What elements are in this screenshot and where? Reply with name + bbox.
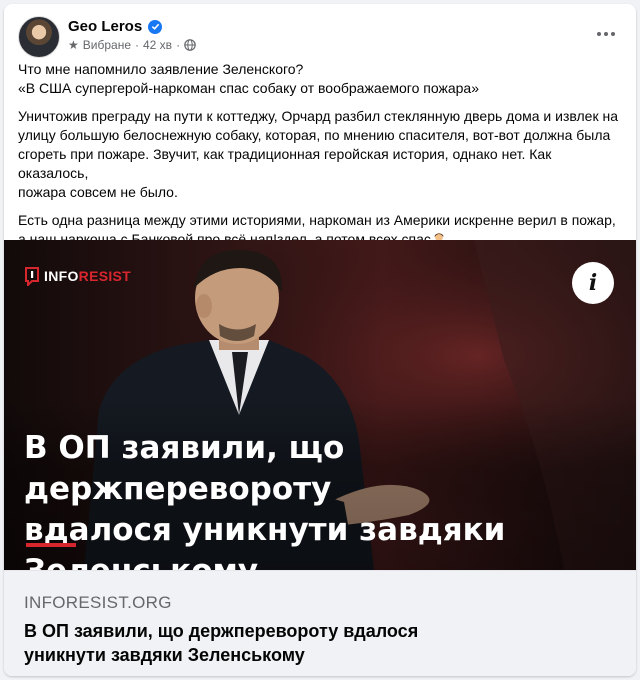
- post-paragraph-2: Уничтожив преграду на пути к коттеджу, О…: [18, 107, 623, 202]
- headline-line: Зеленському: [24, 553, 258, 570]
- preview-title-line: В ОП заявили, що держперевороту вдалося: [24, 621, 419, 641]
- post-line: Уничтожив преграду на пути к коттеджу, О…: [18, 108, 618, 124]
- accent-divider: [26, 543, 76, 547]
- logo-mark-icon: [25, 267, 39, 286]
- post-line: Есть одна разница между этими историями,…: [18, 212, 616, 228]
- avatar[interactable]: [18, 16, 60, 58]
- author-name[interactable]: Geo Leros: [68, 18, 142, 35]
- post-line: сгореть при пожаре. Звучит, как традицио…: [18, 146, 552, 181]
- post-line: «В США супергерой-наркоман спас собаку о…: [18, 80, 480, 96]
- post-line: улицу большую белоснежную собаку, котора…: [18, 127, 611, 143]
- preview-title[interactable]: В ОП заявили, що держперевороту вдалося …: [24, 619, 614, 667]
- link-preview[interactable]: INFORESIST i В ОП заявили, що держперево…: [4, 240, 636, 676]
- inforesist-logo: INFORESIST: [24, 266, 131, 286]
- post-card: Geo Leros ★ Вибране · 42 хв · Что мне на…: [4, 4, 636, 676]
- star-icon: ★: [68, 38, 79, 52]
- preview-title-line: уникнути завдяки Зеленському: [24, 645, 305, 665]
- author-row: Geo Leros: [68, 18, 163, 35]
- info-icon[interactable]: i: [572, 262, 614, 304]
- meta-separator: ·: [135, 38, 139, 52]
- preview-image[interactable]: INFORESIST i В ОП заявили, що держперево…: [4, 240, 636, 570]
- post-paragraph-1: Что мне напомнило заявление Зеленского? …: [18, 60, 623, 98]
- more-options-icon[interactable]: [590, 20, 622, 48]
- verified-icon: [148, 19, 163, 34]
- headline-line: В ОП заявили, що держперевороту: [24, 430, 345, 507]
- logo-text: INFORESIST: [44, 268, 131, 284]
- post-text: Что мне напомнило заявление Зеленского? …: [18, 60, 623, 258]
- post-meta: ★ Вибране · 42 хв ·: [68, 38, 196, 52]
- post-line: Что мне напомнило заявление Зеленского?: [18, 61, 304, 77]
- post-header: Geo Leros ★ Вибране · 42 хв ·: [18, 16, 622, 58]
- globe-icon: [184, 39, 196, 51]
- meta-separator: ·: [176, 38, 181, 52]
- logo-text-resist: RESIST: [78, 268, 132, 284]
- post-time[interactable]: 42 хв: [143, 38, 172, 52]
- post-line: пожара совсем не было.: [18, 184, 178, 200]
- logo-text-info: INFO: [44, 268, 79, 284]
- source-domain: INFORESIST.ORG: [24, 593, 172, 612]
- preview-footer[interactable]: INFORESIST.ORG В ОП заявили, що держпере…: [4, 570, 636, 676]
- headline-line: вдалося уникнути завдяки: [24, 512, 506, 548]
- image-headline: В ОП заявили, що держперевороту вдалося …: [24, 428, 584, 570]
- audience-label[interactable]: Вибране: [83, 38, 131, 52]
